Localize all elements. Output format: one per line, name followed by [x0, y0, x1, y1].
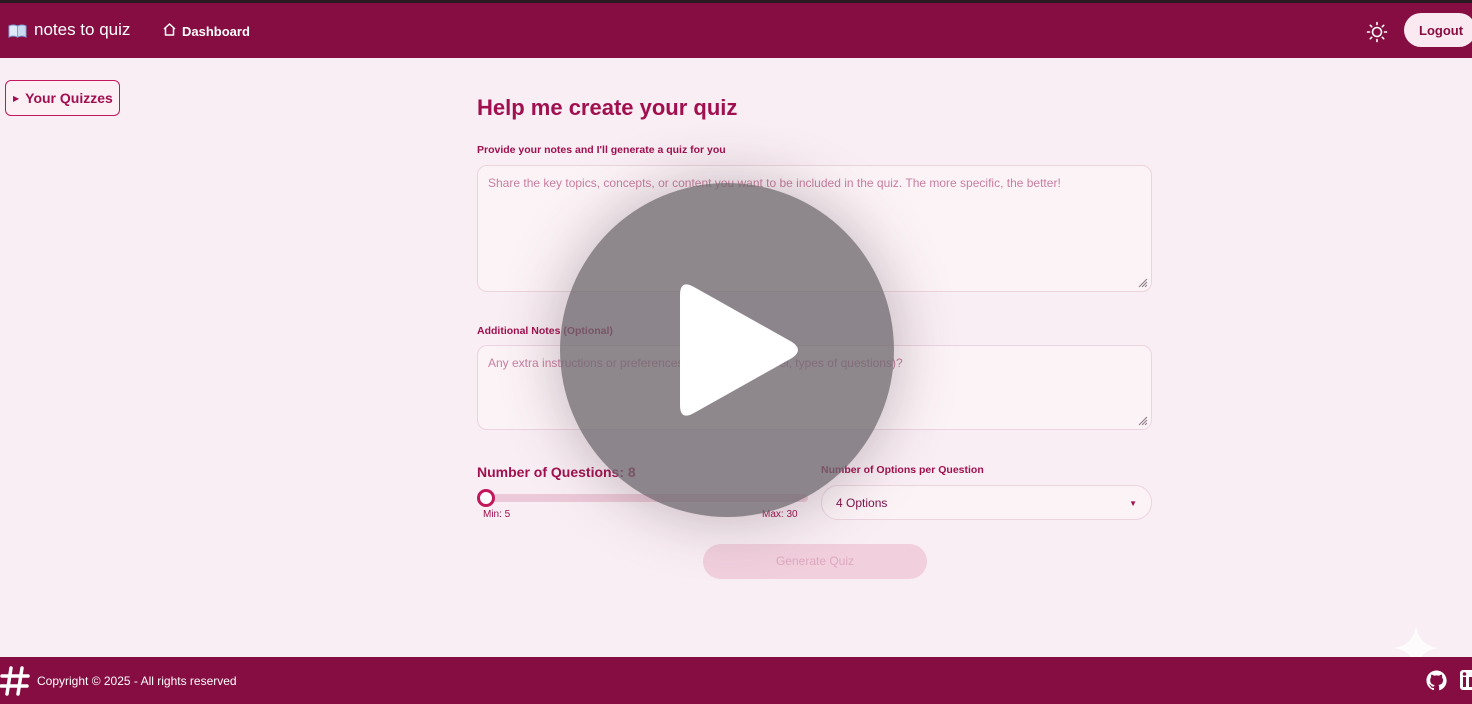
options-select[interactable]: 4 Options ▼: [821, 485, 1152, 520]
page-title: Help me create your quiz: [477, 95, 738, 120]
footer: Copyright © 2025 - All rights reserved: [0, 657, 1472, 704]
copyright-text: Copyright © 2025 - All rights reserved: [37, 674, 237, 688]
logout-button[interactable]: Logout: [1404, 13, 1472, 47]
your-quizzes-label: Your Quizzes: [25, 90, 113, 106]
resize-handle-icon[interactable]: [1136, 276, 1148, 288]
resize-handle-icon[interactable]: [1136, 414, 1148, 426]
your-quizzes-toggle[interactable]: ▶ Your Quizzes: [5, 80, 120, 116]
brand-link[interactable]: notes to quiz: [8, 20, 130, 40]
questions-slider-thumb[interactable]: [477, 489, 495, 507]
video-play-overlay[interactable]: [560, 183, 894, 517]
nav-dashboard-label: Dashboard: [182, 23, 250, 39]
book-icon: [8, 23, 27, 38]
home-icon: [162, 22, 177, 40]
chevron-down-icon: ▼: [1129, 499, 1137, 508]
generate-quiz-button[interactable]: Generate Quiz: [703, 544, 927, 579]
brand-name: notes to quiz: [34, 20, 131, 39]
caret-right-icon: ▶: [13, 93, 20, 103]
notes-label: Provide your notes and I'll generate a q…: [477, 144, 726, 156]
notes-placeholder: Share the key topics, concepts, or conte…: [488, 176, 1061, 190]
nav-dashboard-link[interactable]: Dashboard: [162, 22, 250, 40]
github-icon[interactable]: [1425, 669, 1448, 692]
play-icon: [680, 284, 798, 416]
options-selected-value: 4 Options: [836, 495, 888, 510]
sun-icon[interactable]: [1366, 21, 1388, 43]
linkedin-icon[interactable]: [1459, 669, 1472, 691]
hash-logo-icon: [0, 665, 30, 697]
top-navbar: notes to quiz Dashboard Logout: [0, 3, 1472, 58]
slider-min-label: Min: 5: [483, 509, 511, 520]
